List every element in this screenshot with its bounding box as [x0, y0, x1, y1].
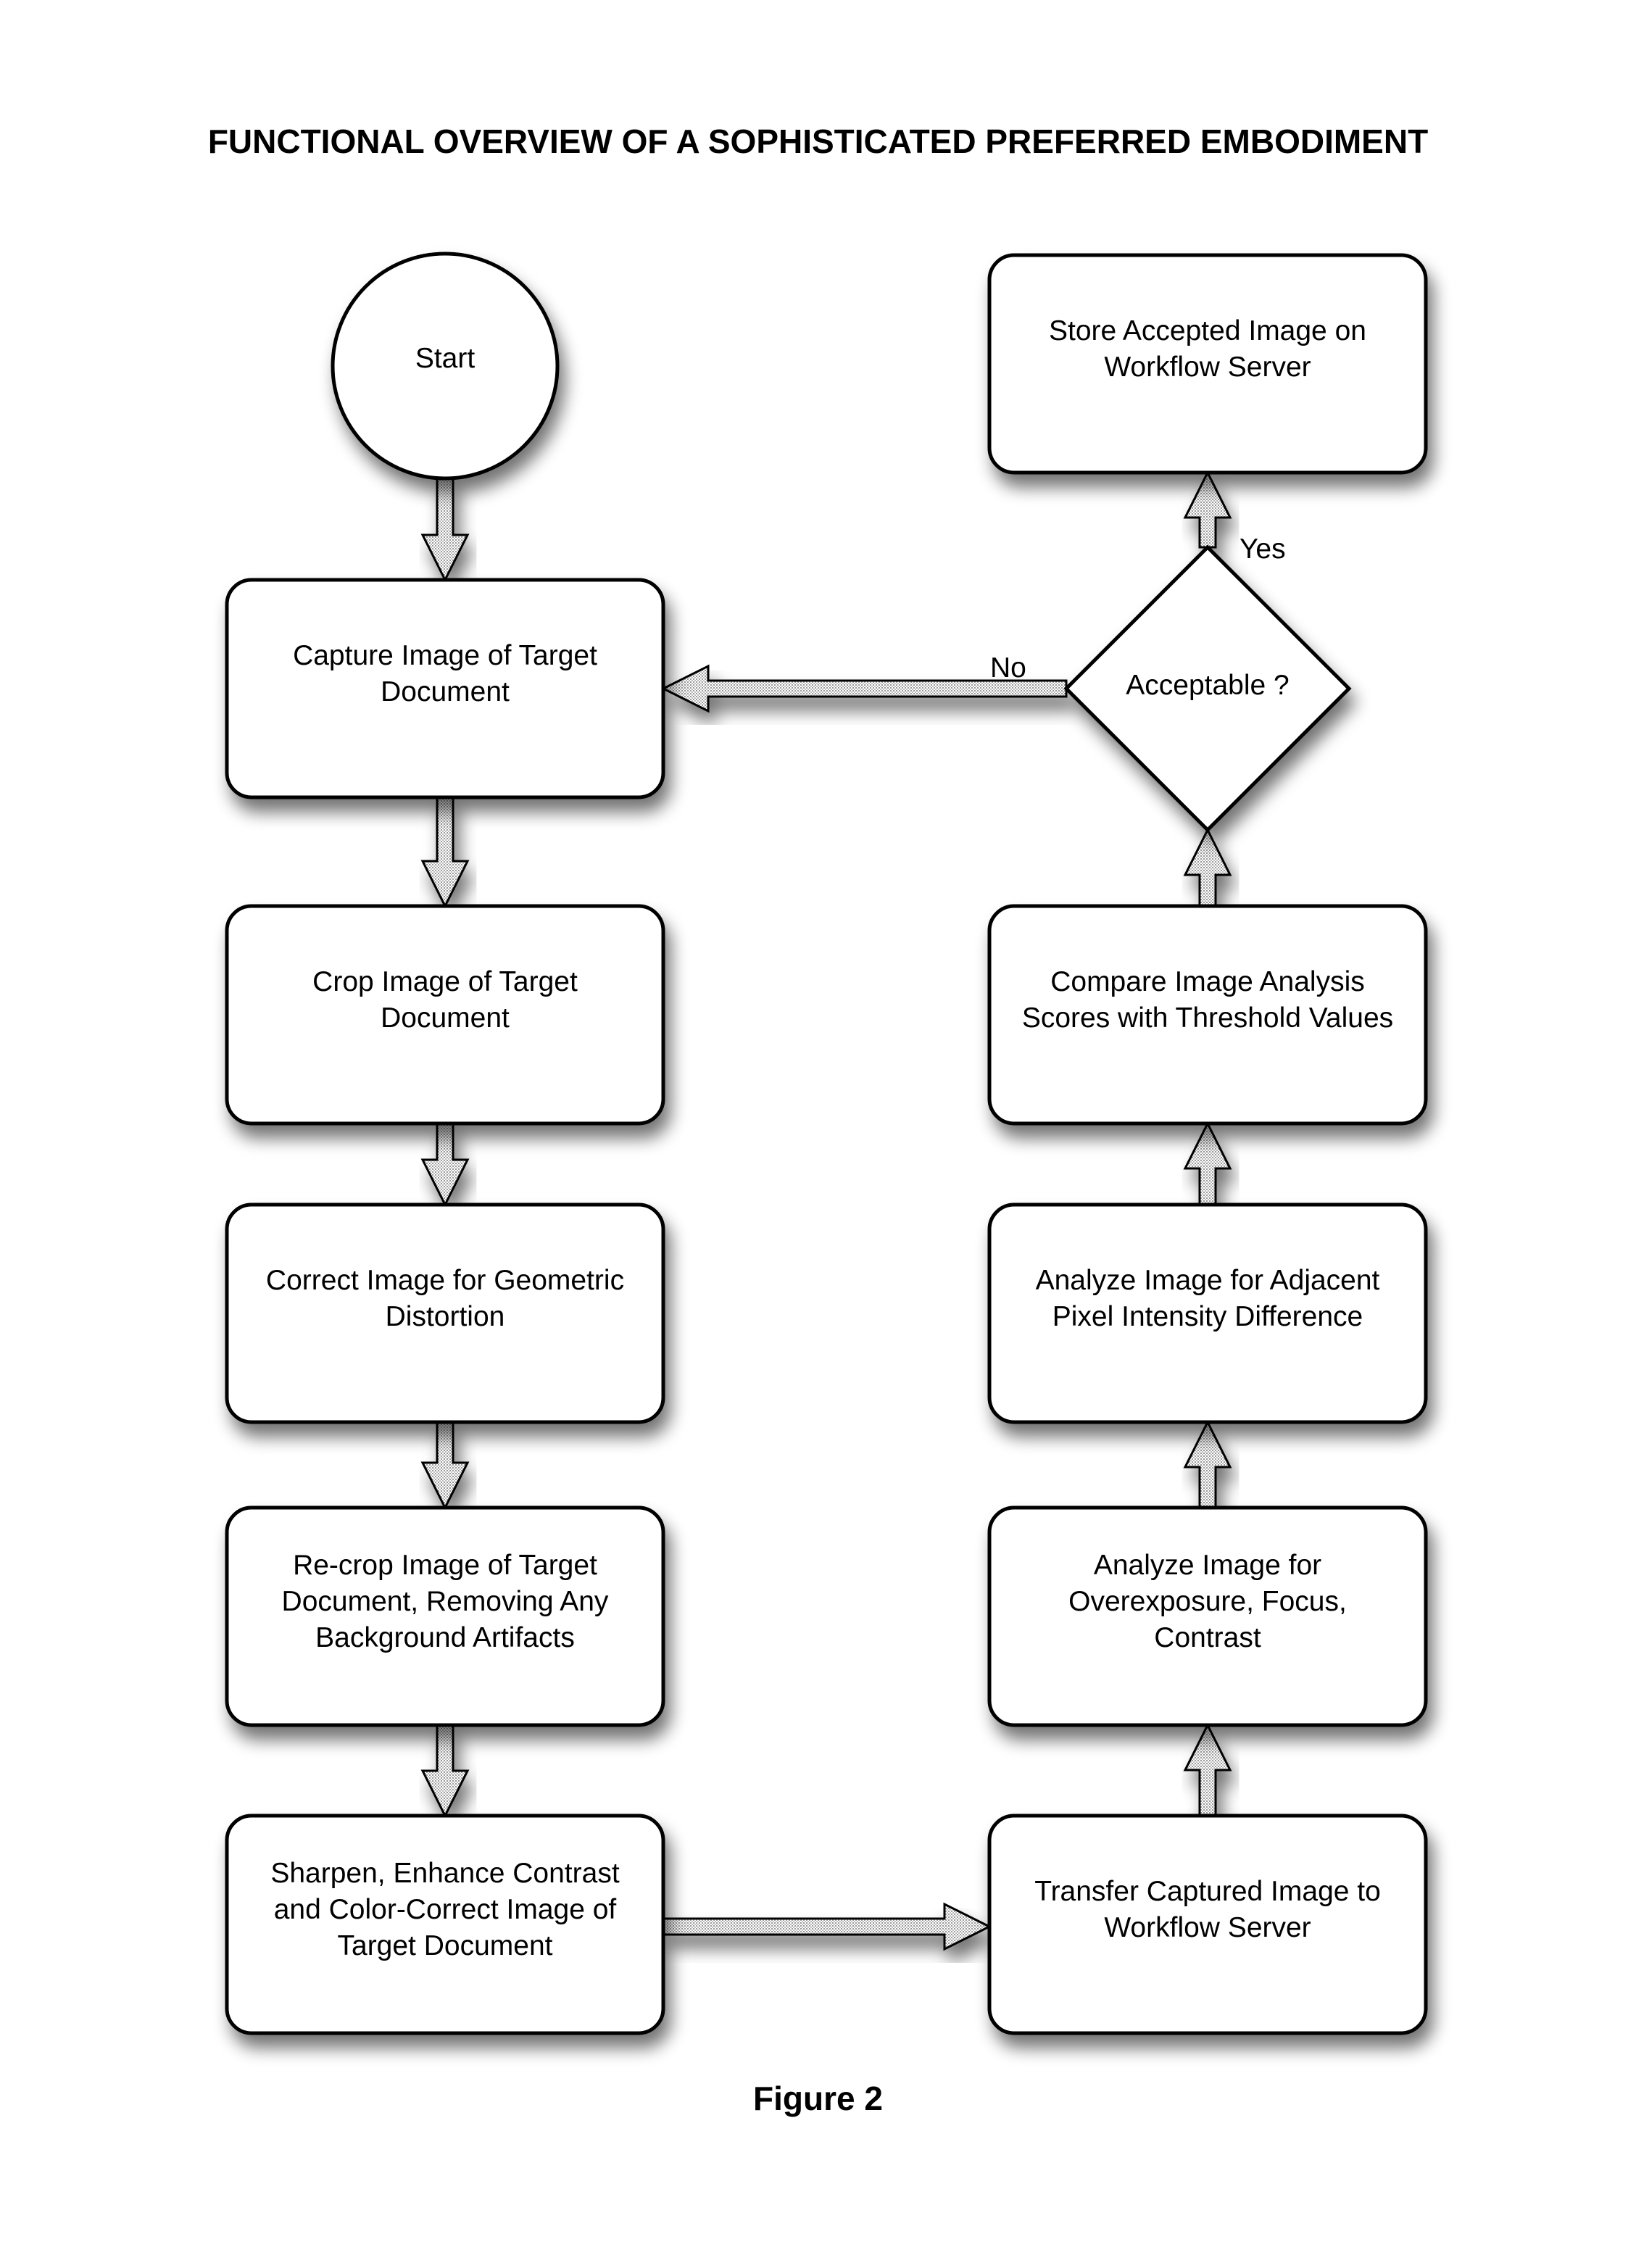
node-transfer-label: Transfer Captured Image to Workflow Serv… [1034, 1876, 1381, 1943]
edge-label-yes: Yes [1240, 533, 1286, 565]
arrow-sharpen-transfer [662, 1902, 992, 1951]
node-overexposure-label: Analyze Image for Overexposure, Focus, C… [1068, 1550, 1347, 1653]
node-correct-label: Correct Image for Geometric Distortion [265, 1265, 625, 1332]
node-capture-label: Capture Image of Target Document [293, 640, 597, 707]
node-crop-label: Crop Image of Target Document [312, 966, 578, 1034]
edge-label-no: No [990, 652, 1026, 684]
node-store-label: Store Accepted Image on Workflow Server [1049, 315, 1366, 383]
node-adjacent-label: Analyze Image for Adjacent Pixel Intensi… [1035, 1265, 1380, 1332]
arrow-acceptable-store [1183, 470, 1232, 549]
figure-label: Figure 2 [753, 2080, 883, 2117]
arrow-capture-crop [420, 796, 470, 909]
node-recrop-label: Re-crop Image of Target Document, Removi… [281, 1550, 609, 1653]
node-sharpen-label: Sharpen, Enhance Contrast and Color-Corr… [270, 1858, 620, 1961]
node-acceptable-label: Acceptable ? [1126, 670, 1290, 701]
arrow-start-capture [420, 477, 470, 583]
node-compare-label: Compare Image Analysis Scores with Thres… [1021, 966, 1394, 1034]
node-start-label: Start [415, 343, 476, 374]
